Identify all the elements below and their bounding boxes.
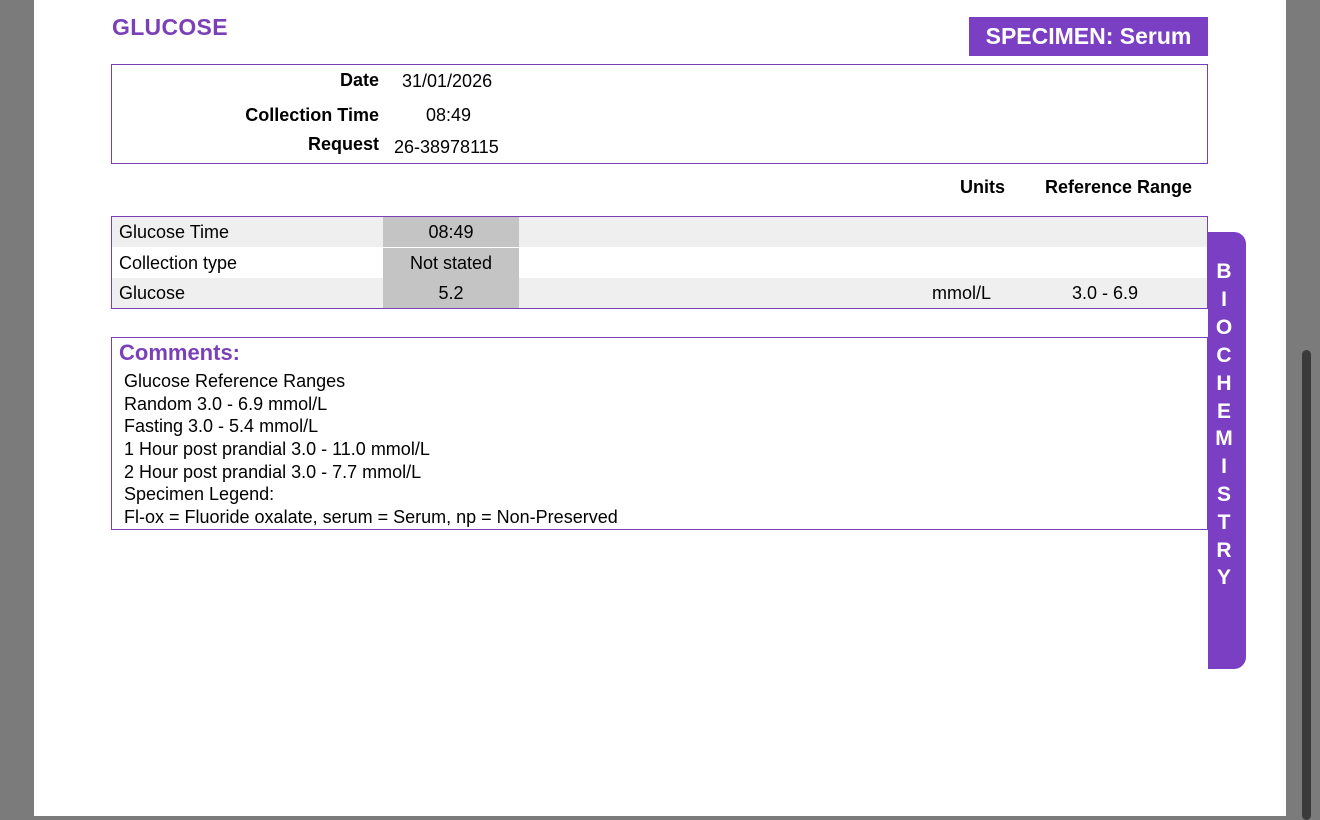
result-value: 5.2 xyxy=(383,278,519,308)
collection-time-value: 08:49 xyxy=(426,105,472,125)
date-label: Date xyxy=(339,70,379,90)
result-units: mmol/L xyxy=(932,283,992,303)
collection-time-label: Collection Time xyxy=(245,105,379,125)
request-info-box: Date 31/01/2026 Collection Time 08:49 Re… xyxy=(111,64,1208,164)
table-row: Glucose Time 08:49 xyxy=(112,217,1207,247)
units-column-header: Units xyxy=(960,177,1005,197)
side-tab-letter: C xyxy=(1216,344,1232,367)
comment-line: Glucose Reference Ranges xyxy=(124,371,346,391)
result-name: Glucose Time xyxy=(119,222,230,242)
comment-line: Random 3.0 - 6.9 mmol/L xyxy=(124,394,328,414)
comment-line: 1 Hour post prandial 3.0 - 11.0 mmol/L xyxy=(124,439,430,459)
comments-title: Comments: xyxy=(119,340,241,365)
result-name: Collection type xyxy=(119,253,238,273)
side-tab-letter: H xyxy=(1216,372,1232,395)
result-reference-range: 3.0 - 6.9 xyxy=(1072,283,1139,303)
side-tab-letter: O xyxy=(1215,316,1233,339)
side-tab-letter: I xyxy=(1221,455,1227,478)
biochemistry-side-tab: B I O C H E M I S T R Y xyxy=(1208,232,1246,669)
report-title: GLUCOSE xyxy=(112,14,228,40)
side-tab-letter: Y xyxy=(1216,566,1231,589)
side-tab-letter: M xyxy=(1215,427,1233,450)
side-tab-letter: T xyxy=(1217,511,1231,534)
result-value: 08:49 xyxy=(383,217,519,247)
side-tab-letter: I xyxy=(1221,288,1227,311)
scrollbar-thumb[interactable] xyxy=(1302,350,1311,820)
side-tab-letter: B xyxy=(1216,260,1232,283)
table-row: Collection type Not stated xyxy=(112,248,1207,278)
result-value: Not stated xyxy=(383,248,519,278)
side-tab-letter: E xyxy=(1216,400,1231,423)
result-name: Glucose xyxy=(119,283,186,303)
specimen-badge: SPECIMEN: Serum xyxy=(969,17,1208,56)
comment-line: Specimen Legend: xyxy=(124,484,275,504)
request-label: Request xyxy=(307,134,379,154)
results-table: Glucose Time 08:49 Collection type Not s… xyxy=(111,216,1208,309)
request-value: 26-38978115 xyxy=(394,137,499,157)
side-tab-letter: S xyxy=(1216,483,1231,506)
comment-line: 2 Hour post prandial 3.0 - 7.7 mmol/L xyxy=(124,462,422,482)
comment-line: Fl-ox = Fluoride oxalate, serum = Serum,… xyxy=(124,507,618,527)
comment-line: Fasting 3.0 - 5.4 mmol/L xyxy=(124,416,319,436)
date-value: 31/01/2026 xyxy=(402,71,493,91)
comments-box: Comments: Glucose Reference Ranges Rando… xyxy=(111,337,1208,530)
reference-range-column-header: Reference Range xyxy=(1045,177,1193,197)
side-tab-letter: R xyxy=(1216,539,1232,562)
table-row: Glucose 5.2 mmol/L 3.0 - 6.9 xyxy=(112,278,1207,308)
